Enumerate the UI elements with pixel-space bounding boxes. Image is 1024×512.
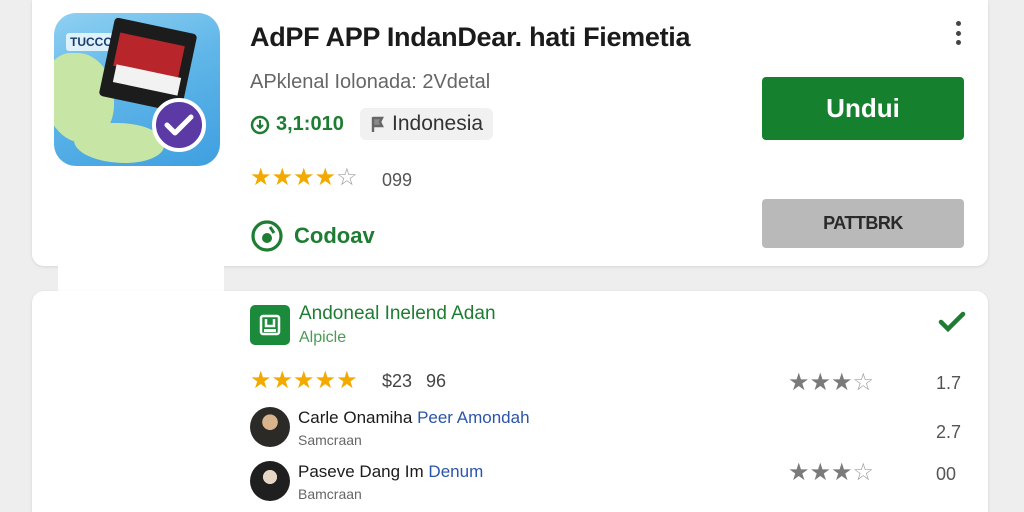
- avatar: [250, 407, 290, 447]
- star-filled-icon: ★: [809, 459, 832, 486]
- review-rating-stars: ★ ★ ★ ☆: [788, 461, 874, 485]
- star-filled-icon: ★: [271, 367, 294, 394]
- star-empty-icon: ☆: [852, 459, 875, 486]
- review-score: 2.7: [936, 422, 962, 442]
- country-chip[interactable]: Indonesia: [360, 108, 494, 140]
- star-filled-icon: ★: [788, 369, 810, 396]
- app-subtitle: APklenal Iolonada: 2Vdetal: [250, 71, 491, 93]
- rating-value-b: 96: [426, 371, 447, 391]
- star-filled-icon: ★: [831, 459, 853, 486]
- rating-value-a: $23: [382, 371, 413, 391]
- star-filled-icon: ★: [293, 164, 315, 191]
- star-filled-icon: ★: [336, 367, 358, 394]
- downloads-stat: 3,1:010: [250, 113, 344, 136]
- star-filled-icon: ★: [809, 369, 832, 396]
- review-score: 00: [936, 464, 957, 484]
- more-vertical-icon[interactable]: [948, 18, 968, 48]
- flag-icon: [371, 116, 384, 132]
- app-rating-stars: ★ ★ ★ ★ ☆: [250, 166, 358, 190]
- downloads-count: 3,1:010: [276, 113, 344, 135]
- country-label: Indonesia: [392, 112, 484, 135]
- reviewer-name: Carle Onamiha Peer Amondah: [298, 408, 530, 428]
- check-circle-icon: [251, 220, 283, 252]
- verified-check-icon: [938, 311, 966, 338]
- reviewer-highlight: Peer Amondah: [417, 408, 530, 427]
- details-card: Andoneal Inelend Adan Alpicle ★ ★ ★ ★ ★ …: [32, 291, 988, 512]
- star-filled-icon: ★: [788, 459, 810, 486]
- verified-badge-icon: [152, 98, 206, 152]
- app-header-card: TUCCO AdPF APP IndanDear. hati Fiemetia …: [32, 0, 988, 266]
- app-title: AdPF APP IndanDear. hati Fiemetia: [250, 22, 691, 52]
- reviewer-name-text: Paseve Dang Im: [298, 462, 424, 481]
- star-filled-icon: ★: [250, 367, 272, 394]
- reviewer-subtitle: Bamcraan: [298, 486, 362, 502]
- reviewer-name-text: Carle Onamiha: [298, 408, 413, 427]
- avatar: [250, 461, 290, 501]
- app-icon[interactable]: TUCCO: [54, 13, 220, 166]
- developer-badge-icon: [250, 305, 290, 345]
- star-filled-icon: ★: [831, 369, 853, 396]
- star-filled-icon: ★: [314, 164, 337, 191]
- reviewer-name: Paseve Dang Im Denum: [298, 462, 483, 482]
- developer-category: Alpicle: [299, 329, 347, 346]
- install-button[interactable]: Undui: [762, 77, 964, 140]
- reviewer-subtitle: Samcraan: [298, 432, 362, 448]
- developer-name[interactable]: Andoneal Inelend Adan: [299, 303, 496, 325]
- star-filled-icon: ★: [293, 367, 315, 394]
- download-circle-icon: [250, 115, 270, 134]
- rating-values: $23 96: [382, 371, 446, 392]
- compatibility-status: Codoav: [250, 219, 375, 253]
- secondary-button[interactable]: PATTBRK: [762, 199, 964, 248]
- star-empty-icon: ☆: [336, 164, 358, 191]
- star-empty-icon: ☆: [852, 369, 875, 396]
- right-rating-stars: ★ ★ ★ ☆: [788, 371, 874, 395]
- summary-rating-stars: ★ ★ ★ ★ ★: [250, 369, 358, 393]
- compat-label: Codoav: [294, 223, 375, 248]
- reviewer-highlight: Denum: [428, 462, 484, 481]
- rating-count: 099: [382, 170, 413, 190]
- star-filled-icon: ★: [250, 164, 272, 191]
- star-filled-icon: ★: [314, 367, 337, 394]
- map-land-shape: [74, 123, 164, 163]
- right-rating-value: 1.7: [936, 373, 962, 393]
- star-filled-icon: ★: [271, 164, 294, 191]
